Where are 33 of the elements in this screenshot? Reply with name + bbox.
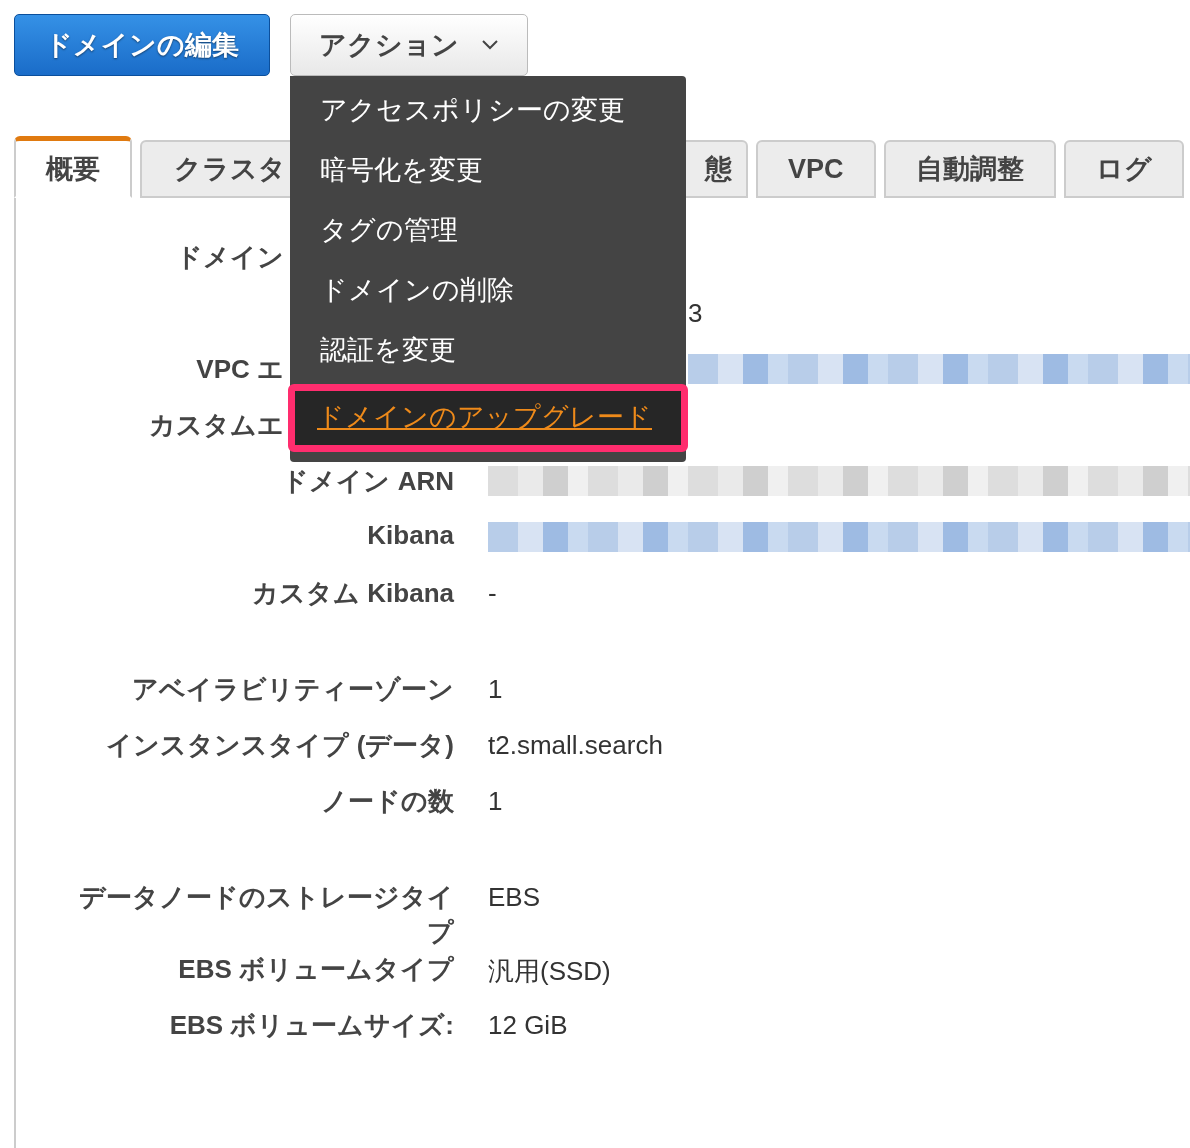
menu-item[interactable]: ドメインの削除 [290,262,686,322]
menu-item[interactable]: アクセスポリシーの変更 [290,82,686,142]
field-value: EBS [488,882,541,912]
field-label: EBS ボリュームタイプ [178,953,454,986]
field-value: 3 [688,298,703,328]
field-label: EBS ボリュームサイズ: [169,1009,454,1042]
field-value: 1 [488,786,503,816]
caret-icon [481,39,499,51]
field-label: ノードの数 [321,785,454,818]
actions-dropdown-button[interactable]: アクション [290,14,528,76]
field-value: 12 GiB [488,1010,568,1040]
field-label: ドメイン [176,241,284,274]
field-value: 汎用(SSD) [488,956,611,986]
tab[interactable]: 概要 [14,136,132,198]
field-label: Kibana [367,520,454,551]
highlighted-menu-item[interactable]: ドメインのアップグレード [288,384,688,452]
field-label: カスタムエ [149,409,284,442]
field-value: t2.small.search [488,730,663,760]
tab[interactable]: ログ [1063,140,1184,198]
edit-domain-button[interactable]: ドメインの編集 [14,14,270,76]
field-label: カスタム Kibana [252,577,454,610]
field-label: アベイラビリティーゾーン [132,673,454,706]
field-value: 1 [488,674,503,704]
menu-item[interactable]: ドメインのアップグレード [295,391,681,445]
tab[interactable]: 自動調整 [883,140,1056,198]
tab[interactable]: VPC [756,140,876,198]
field-label: ドメイン ARN [282,465,454,498]
menu-item[interactable]: 認証を変更 [290,322,686,382]
field-label: データノードのストレージタイプ [78,881,454,949]
field-label: VPC エ [196,353,284,386]
menu-item[interactable]: タグの管理 [290,202,686,262]
field-label: インスタンスタイプ (データ) [106,729,454,762]
field-value: - [488,578,497,608]
